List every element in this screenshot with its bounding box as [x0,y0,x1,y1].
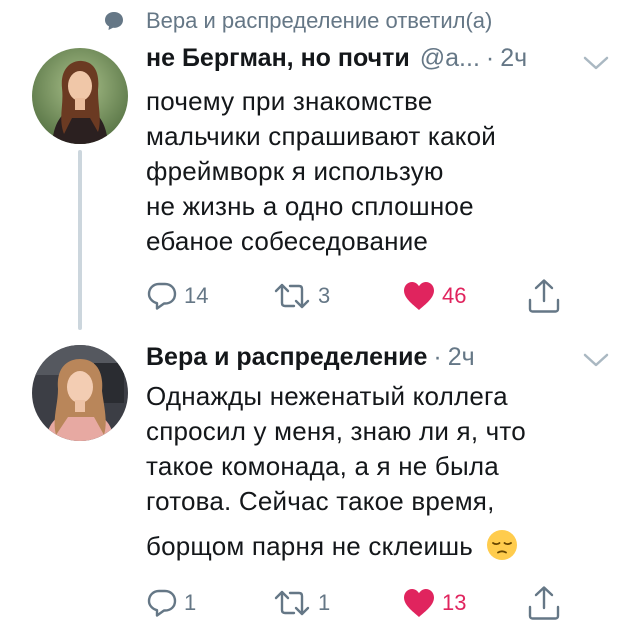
share-button[interactable] [527,585,561,621]
reply-button[interactable]: 1 [146,587,196,619]
pensive-face-icon [487,530,518,560]
tweet-line: фреймворк я использую [146,156,444,186]
reply-icon [147,589,177,617]
tweet-line: не жизнь а одно сплошное [146,191,474,221]
chevron-down-icon[interactable] [583,55,609,71]
chevron-down-icon[interactable] [583,352,609,368]
share-icon [528,586,560,620]
reply-icon [147,282,177,310]
timestamp[interactable]: 2ч [500,44,527,73]
retweet-button[interactable]: 3 [272,280,330,312]
tweet-line: мальчики спрашивают какой [146,121,496,151]
tweet-line: готова. Сейчас такое время, [146,486,495,516]
reply-context[interactable]: Вера и распределение ответил(а) [104,8,492,34]
avatar[interactable] [32,345,128,441]
author-handle[interactable]: @a... [420,44,480,73]
tweet-line: почему при знакомстве [146,86,433,116]
reply-count: 1 [184,590,197,615]
tweet-line-with-emoji: борщом парня не склеишь [146,529,526,564]
avatar[interactable] [32,48,128,144]
tweet-line: такое комонада, а я не была [146,451,499,481]
heart-icon [404,589,434,617]
author-name[interactable]: не Бергман, но почти [146,44,410,73]
share-icon [528,279,560,313]
tweet-text: Однажды неженатый коллега спросил у меня… [146,379,526,564]
tweet-actions: 1 1 13 [0,585,640,625]
tweet-line: борщом парня не склеишь [146,531,473,561]
reply-button[interactable]: 14 [146,280,208,312]
author-name[interactable]: Вера и распределение [146,343,427,372]
tweet-text: почему при знакомстве мальчики спрашиваю… [146,84,496,259]
like-button[interactable]: 13 [402,587,466,619]
retweet-icon [274,283,310,309]
like-count: 46 [442,283,467,308]
heart-icon [404,282,434,310]
reply-count: 14 [184,283,209,308]
retweet-count: 3 [318,283,331,308]
tweet-line: ебаное собеседование [146,226,429,256]
tweet-actions: 14 3 46 [0,278,640,318]
retweet-count: 1 [318,590,331,615]
retweet-icon [274,590,310,616]
speech-bubble-icon [105,12,123,30]
separator-dot: · [433,343,442,371]
timestamp[interactable]: 2ч [448,343,475,372]
tweet-line: спросил у меня, знаю ли я, что [146,416,526,446]
like-count: 13 [442,590,467,615]
separator-dot: · [485,44,495,72]
tweet-line: Однажды неженатый коллега [146,381,508,411]
share-button[interactable] [527,278,561,314]
retweet-button[interactable]: 1 [272,587,330,619]
reply-context-text: Вера и распределение ответил(а) [146,8,493,33]
like-button[interactable]: 46 [402,280,466,312]
